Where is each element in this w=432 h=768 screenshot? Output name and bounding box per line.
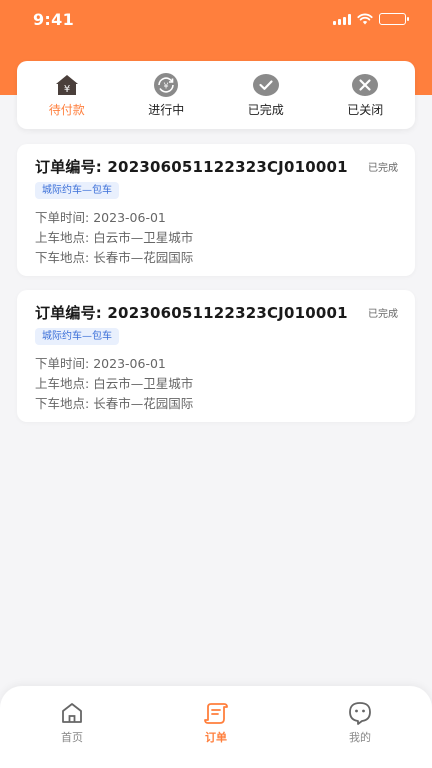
svg-text:¥: ¥ — [164, 82, 169, 91]
battery-icon — [379, 13, 409, 25]
check-circle-icon — [252, 74, 279, 96]
order-time-label: 下单时间: — [35, 210, 90, 225]
dropoff-location-value: 长春市—花园国际 — [93, 250, 194, 265]
status-time: 9:41 — [33, 10, 74, 29]
nav-label: 首页 — [61, 731, 83, 744]
tab-label: 进行中 — [148, 103, 185, 117]
order-time-value: 2023-06-01 — [93, 356, 166, 371]
home-icon — [62, 703, 82, 723]
status-bar: 9:41 — [0, 0, 432, 40]
profile-face-icon — [349, 702, 371, 725]
service-type-tag: 城际约车—包车 — [35, 328, 119, 345]
order-card[interactable]: 订单编号: 202306051122323CJ010001 已完成 城际约车—包… — [17, 290, 415, 422]
tab-pending-payment[interactable]: ¥ 待付款 — [17, 61, 117, 129]
order-number: 订单编号: 202306051122323CJ010001 — [35, 304, 348, 322]
pickup-location-value: 白云市—卫星城市 — [93, 376, 194, 391]
pickup-location-label: 上车地点: — [35, 230, 90, 245]
service-type-tag: 城际约车—包车 — [35, 182, 119, 199]
close-circle-icon — [352, 74, 379, 96]
tab-label: 已完成 — [247, 103, 284, 117]
order-status-label: 已完成 — [368, 163, 398, 174]
dropoff-location-label: 下车地点: — [35, 250, 90, 265]
tab-in-progress[interactable]: ¥ 进行中 — [117, 61, 217, 129]
dropoff-location-value: 长春市—花园国际 — [93, 396, 194, 411]
nav-item-mine[interactable]: 我的 — [288, 686, 432, 768]
order-status-tabs: ¥ 待付款 ¥ 进行中 已完成 已关闭 — [17, 61, 415, 129]
pickup-location-label: 上车地点: — [35, 376, 90, 391]
cellular-signal-icon — [333, 13, 351, 25]
svg-text:¥: ¥ — [64, 84, 70, 95]
pickup-location-row: 上车地点: 白云市—卫星城市 — [35, 227, 193, 246]
order-status-label: 已完成 — [368, 309, 398, 320]
dropoff-location-row: 下车地点: 长春市—花园国际 — [35, 247, 193, 266]
wifi-icon — [357, 13, 373, 25]
nav-item-orders[interactable]: 订单 — [144, 686, 288, 768]
status-icons — [333, 13, 409, 25]
dropoff-location-row: 下车地点: 长春市—花园国际 — [35, 393, 193, 412]
pickup-location-value: 白云市—卫星城市 — [93, 230, 194, 245]
order-time-value: 2023-06-01 — [93, 210, 166, 225]
tab-label: 已关闭 — [347, 103, 384, 117]
nav-label: 订单 — [205, 731, 227, 744]
order-time-row: 下单时间: 2023-06-01 — [35, 353, 166, 372]
order-card[interactable]: 订单编号: 20230605112232​3CJ010001 已完成 城际约车—… — [17, 144, 415, 276]
refresh-yen-icon: ¥ — [154, 73, 179, 97]
bottom-navigation: 首页 订单 我的 — [0, 686, 432, 768]
tab-closed[interactable]: 已关闭 — [316, 61, 416, 129]
pickup-location-row: 上车地点: 白云市—卫星城市 — [35, 373, 193, 392]
house-yen-icon: ¥ — [55, 75, 78, 95]
order-time-label: 下单时间: — [35, 356, 90, 371]
order-scroll-icon — [204, 703, 228, 724]
nav-label: 我的 — [349, 731, 371, 744]
order-number: 订单编号: 20230605112232​3CJ010001 — [35, 158, 348, 176]
tab-completed[interactable]: 已完成 — [216, 61, 316, 129]
order-time-row: 下单时间: 2023-06-01 — [35, 207, 166, 226]
tab-label: 待付款 — [48, 103, 85, 117]
dropoff-location-label: 下车地点: — [35, 396, 90, 411]
nav-item-home[interactable]: 首页 — [0, 686, 144, 768]
